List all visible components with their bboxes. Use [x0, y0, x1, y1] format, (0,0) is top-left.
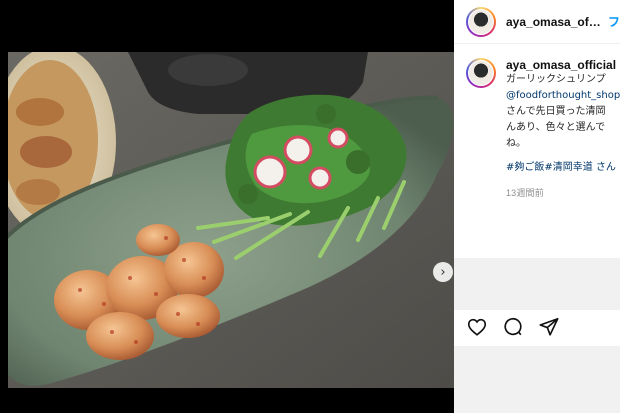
food-photo-image	[8, 52, 454, 388]
caption-text: aya_omasa_official ✓ ガーリックシュリンプ @foodfor…	[506, 58, 620, 199]
chevron-right-icon: ›	[440, 264, 446, 280]
avatar-image	[468, 8, 494, 35]
comments-placeholder	[454, 258, 620, 310]
likes-placeholder	[454, 346, 620, 413]
comment-icon[interactable]	[502, 316, 524, 338]
heart-icon[interactable]	[466, 316, 488, 338]
action-bar	[466, 316, 560, 338]
caption-mention[interactable]: @foodforthought_shop	[506, 88, 620, 104]
caption-block: aya_omasa_official ✓ ガーリックシュリンプ @foodfor…	[466, 58, 620, 199]
caption-line: ガーリックシュリンプ	[506, 74, 606, 85]
header-username[interactable]: aya_omasa_officia	[506, 15, 602, 29]
avatar[interactable]	[466, 6, 496, 37]
caption-line: さんで先日買った清岡	[506, 106, 606, 117]
caption-avatar[interactable]	[466, 58, 496, 88]
post-viewer: › aya_omasa_officia フ aya_omasa_official	[0, 0, 620, 413]
follow-button[interactable]: フ	[608, 13, 620, 30]
caption-hashtags[interactable]: #夠ご飯#清岡幸道 さん	[506, 160, 618, 176]
share-icon[interactable]	[538, 316, 560, 338]
caption-line: んあり、色々と選んで	[506, 122, 606, 133]
caption-line: ね。	[506, 138, 526, 149]
post-timestamp[interactable]: 13週間前	[506, 186, 618, 199]
caption-username-row: aya_omasa_official ✓	[506, 58, 618, 72]
post-photo[interactable]: ›	[8, 52, 454, 388]
carousel-next-button[interactable]: ›	[433, 262, 453, 282]
caption-header: aya_omasa_official ✓ ガーリックシュリンプ @foodfor…	[466, 58, 620, 199]
post-sidebar: aya_omasa_officia フ aya_omasa_official ✓…	[454, 0, 620, 413]
caption-username[interactable]: aya_omasa_official	[506, 58, 616, 72]
post-header: aya_omasa_officia フ	[454, 0, 620, 44]
avatar-image	[468, 60, 494, 86]
